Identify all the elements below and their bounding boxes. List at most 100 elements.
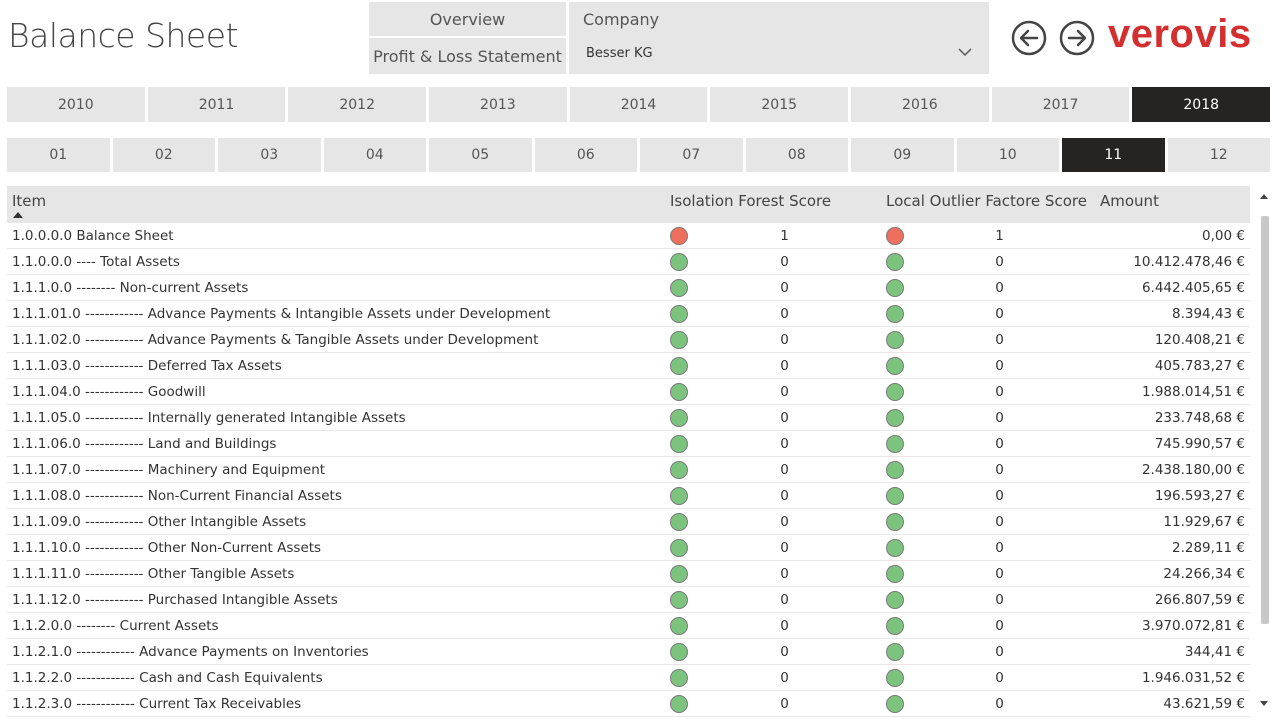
table-row[interactable]: 1.1.0.0.0 ---- Total Assets 0 0 10.412.478,…: [7, 249, 1250, 275]
amount-cell: 233.748,68 €: [1154, 410, 1245, 426]
table-row[interactable]: 1.1.1.09.0 ------------ Other Intangible…: [7, 509, 1250, 535]
item-cell: 1.1.1.05.0 ------------ Internally gener…: [12, 410, 406, 426]
amount-cell: 344,41 €: [1184, 644, 1245, 660]
month-button[interactable]: 05: [429, 138, 532, 172]
month-button[interactable]: 03: [218, 138, 321, 172]
year-button[interactable]: 2014: [569, 87, 708, 122]
year-slicer: 2010 2011 2012 2013 2014 2015 2016 2017 2018: [7, 87, 1271, 122]
table-row[interactable]: 1.1.1.06.0 ------------ Land and Buildin…: [7, 431, 1250, 457]
column-header-item[interactable]: Item: [12, 192, 46, 210]
table-row[interactable]: 1.1.1.11.0 ------------ Other Tangible A…: [7, 561, 1250, 587]
table-row[interactable]: 1.1.1.02.0 ------------ Advance Payments…: [7, 327, 1250, 353]
table-row[interactable]: 1.0.0.0.0 Balance Sheet 1 1 0,00 €: [7, 223, 1250, 249]
column-header-amount[interactable]: Amount: [1100, 192, 1159, 210]
item-cell: 1.1.2.2.0 ------------ Cash and Cash Equ…: [12, 670, 323, 686]
isolation-forest-score-cell: 0: [780, 566, 789, 582]
local-outlier-score-cell: 0: [995, 566, 1004, 582]
company-dropdown[interactable]: Besser KG: [569, 38, 989, 70]
local-outlier-status-indicator: [886, 305, 904, 323]
company-selected-value: Besser KG: [586, 46, 653, 61]
verovis-logo: verovis: [1108, 12, 1252, 56]
local-outlier-score-cell: 0: [995, 280, 1004, 296]
local-outlier-score-cell: 0: [995, 696, 1004, 712]
isolation-forest-score-cell: 0: [780, 618, 789, 634]
table-row[interactable]: 1.1.1.08.0 ------------ Non-Current Fina…: [7, 483, 1250, 509]
table-row[interactable]: 1.1.2.3.0 ------------ Current Tax Recei…: [7, 691, 1250, 717]
local-outlier-status-indicator: [886, 617, 904, 635]
month-button[interactable]: 12: [1167, 138, 1270, 172]
month-button[interactable]: 09: [851, 138, 954, 172]
isolation-forest-score-cell: 1: [780, 228, 789, 244]
table-row[interactable]: 1.1.1.04.0 ------------ Goodwill 0 0 1.988.…: [7, 379, 1250, 405]
table-row[interactable]: 1.1.2.2.0 ------------ Cash and Cash Equ…: [7, 665, 1250, 691]
local-outlier-status-indicator: [886, 565, 904, 583]
year-button[interactable]: 2017: [991, 87, 1130, 122]
isolation-forest-score-cell: 0: [780, 436, 789, 452]
column-header-local-outlier[interactable]: Local Outlier Factore Score: [886, 192, 1087, 210]
isolation-forest-score-cell: 0: [780, 462, 789, 478]
local-outlier-status-indicator: [886, 409, 904, 427]
local-outlier-score-cell: 0: [995, 410, 1004, 426]
isolation-forest-status-indicator: [670, 383, 688, 401]
local-outlier-score-cell: 0: [995, 488, 1004, 504]
year-button[interactable]: 2013: [429, 87, 567, 122]
amount-cell: 10.412.478,46 €: [1133, 254, 1245, 270]
isolation-forest-status-indicator: [670, 227, 688, 245]
table-row[interactable]: 1.1.1.03.0 ------------ Deferred Tax Ass…: [7, 353, 1250, 379]
arrow-left-circle-icon[interactable]: [1011, 20, 1047, 56]
table-row[interactable]: 1.1.1.10.0 ------------ Other Non-Curren…: [7, 535, 1250, 561]
month-button[interactable]: 06: [534, 138, 637, 172]
chevron-down-icon: [957, 44, 973, 64]
column-header-isolation-forest[interactable]: Isolation Forest Score: [670, 192, 831, 210]
table-row[interactable]: 1.1.2.1.0 ------------ Advance Payments …: [7, 639, 1250, 665]
amount-cell: 0,00 €: [1202, 228, 1245, 244]
profit-loss-nav-button[interactable]: Profit & Loss Statement: [369, 38, 566, 74]
month-button[interactable]: 07: [640, 138, 743, 172]
item-cell: 1.0.0.0.0 Balance Sheet: [12, 228, 174, 244]
scrollbar-thumb[interactable]: [1261, 216, 1269, 624]
local-outlier-score-cell: 0: [995, 436, 1004, 452]
company-slicer: Company Besser KG: [569, 2, 989, 74]
table-row[interactable]: 1.1.1.01.0 ------------ Advance Payments…: [7, 301, 1250, 327]
local-outlier-status-indicator: [886, 331, 904, 349]
local-outlier-score-cell: 0: [995, 540, 1004, 556]
local-outlier-status-indicator: [886, 487, 904, 505]
table-row[interactable]: 1.1.1.12.0 ------------ Purchased Intang…: [7, 587, 1250, 613]
isolation-forest-status-indicator: [670, 643, 688, 661]
isolation-forest-score-cell: 0: [780, 384, 789, 400]
table-row[interactable]: 1.1.2.0.0 -------- Current Assets 0 0 3.970…: [7, 613, 1250, 639]
amount-cell: 120.408,21 €: [1154, 332, 1245, 348]
month-button[interactable]: 11: [1062, 138, 1165, 172]
table-row[interactable]: 1.1.1.0.0 -------- Non-current Assets 0 0 6…: [7, 275, 1250, 301]
amount-cell: 745.990,57 €: [1154, 436, 1245, 452]
table-row[interactable]: 1.1.1.07.0 ------------ Machinery and Eq…: [7, 457, 1250, 483]
isolation-forest-status-indicator: [670, 461, 688, 479]
item-cell: 1.1.1.02.0 ------------ Advance Payments…: [12, 332, 539, 348]
year-button[interactable]: 2015: [710, 87, 849, 122]
month-button[interactable]: 08: [745, 138, 848, 172]
year-button[interactable]: 2018: [1132, 87, 1271, 122]
local-outlier-status-indicator: [886, 461, 904, 479]
month-button[interactable]: 04: [323, 138, 426, 172]
year-button[interactable]: 2011: [147, 87, 286, 122]
month-button[interactable]: 02: [112, 138, 215, 172]
isolation-forest-status-indicator: [670, 513, 688, 531]
overview-nav-button[interactable]: Overview: [369, 2, 566, 36]
scroll-down-icon[interactable]: [1260, 701, 1268, 706]
scroll-up-icon[interactable]: [1260, 194, 1268, 199]
amount-cell: 405.783,27 €: [1154, 358, 1245, 374]
year-button[interactable]: 2012: [288, 87, 427, 122]
month-button[interactable]: 10: [956, 138, 1059, 172]
local-outlier-score-cell: 0: [995, 332, 1004, 348]
table-row[interactable]: 1.1.1.05.0 ------------ Internally gener…: [7, 405, 1250, 431]
year-button[interactable]: 2010: [7, 87, 145, 122]
local-outlier-status-indicator: [886, 253, 904, 271]
isolation-forest-status-indicator: [670, 253, 688, 271]
isolation-forest-status-indicator: [670, 331, 688, 349]
month-slicer: 01 02 03 04 05 06 07 08 09 10 11 12: [7, 138, 1270, 172]
table-scrollbar[interactable]: [1258, 186, 1272, 720]
arrow-right-circle-icon[interactable]: [1059, 20, 1095, 56]
month-button[interactable]: 01: [7, 138, 110, 172]
isolation-forest-status-indicator: [670, 617, 688, 635]
year-button[interactable]: 2016: [851, 87, 989, 122]
